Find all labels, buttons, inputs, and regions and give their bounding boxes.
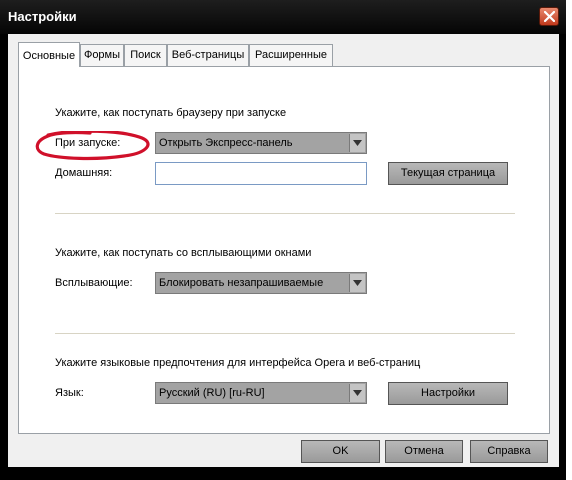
- tab-general[interactable]: Основные: [18, 42, 80, 67]
- language-settings-button[interactable]: Настройки: [388, 382, 508, 405]
- general-tab-panel: Укажите, как поступать браузеру при запу…: [18, 66, 550, 434]
- tab-search[interactable]: Поиск: [124, 44, 167, 66]
- startup-select[interactable]: Открыть Экспресс-панель: [155, 132, 367, 154]
- chevron-down-icon: [353, 390, 362, 396]
- tab-forms[interactable]: Формы: [80, 44, 124, 66]
- chevron-down-icon: [353, 280, 362, 286]
- tab-web-pages[interactable]: Веб-страницы: [167, 44, 249, 66]
- popups-heading: Укажите, как поступать со всплывающими о…: [55, 247, 312, 259]
- popups-label: Всплывающие:: [55, 277, 133, 289]
- language-select[interactable]: Русский (RU) [ru-RU]: [155, 382, 367, 404]
- language-dropdown-button[interactable]: [349, 384, 365, 402]
- tab-advanced[interactable]: Расширенные: [249, 44, 333, 66]
- settings-dialog: Настройки Основные Формы Поиск Веб-стран…: [0, 0, 566, 480]
- section-divider: [55, 213, 515, 214]
- startup-heading: Укажите, как поступать браузеру при запу…: [55, 107, 287, 119]
- popups-dropdown-button[interactable]: [349, 274, 365, 292]
- current-page-button[interactable]: Текущая страница: [388, 162, 508, 185]
- ok-button[interactable]: OK: [301, 440, 380, 463]
- language-select-value: Русский (RU) [ru-RU]: [159, 387, 265, 399]
- cancel-button[interactable]: Отмена: [385, 440, 463, 463]
- startup-select-value: Открыть Экспресс-панель: [159, 137, 293, 149]
- window-title: Настройки: [8, 9, 77, 24]
- help-button[interactable]: Справка: [470, 440, 548, 463]
- section-divider: [55, 333, 515, 334]
- background-strip: [566, 0, 572, 480]
- dialog-body: Основные Формы Поиск Веб-страницы Расшир…: [8, 34, 559, 467]
- title-bar[interactable]: Настройки: [0, 0, 566, 34]
- language-label: Язык:: [55, 387, 84, 399]
- startup-dropdown-button[interactable]: [349, 134, 365, 152]
- home-label: Домашняя:: [55, 167, 113, 179]
- close-button[interactable]: [539, 7, 559, 26]
- popups-select-value: Блокировать незапрашиваемые: [159, 277, 324, 289]
- language-heading: Укажите языковые предпочтения для интерф…: [55, 357, 421, 369]
- window-bottom-edge: [0, 467, 566, 480]
- red-circle-annotation: [35, 131, 150, 161]
- home-page-input[interactable]: [155, 162, 367, 185]
- popups-select[interactable]: Блокировать незапрашиваемые: [155, 272, 367, 294]
- chevron-down-icon: [353, 140, 362, 146]
- close-icon: [544, 11, 555, 22]
